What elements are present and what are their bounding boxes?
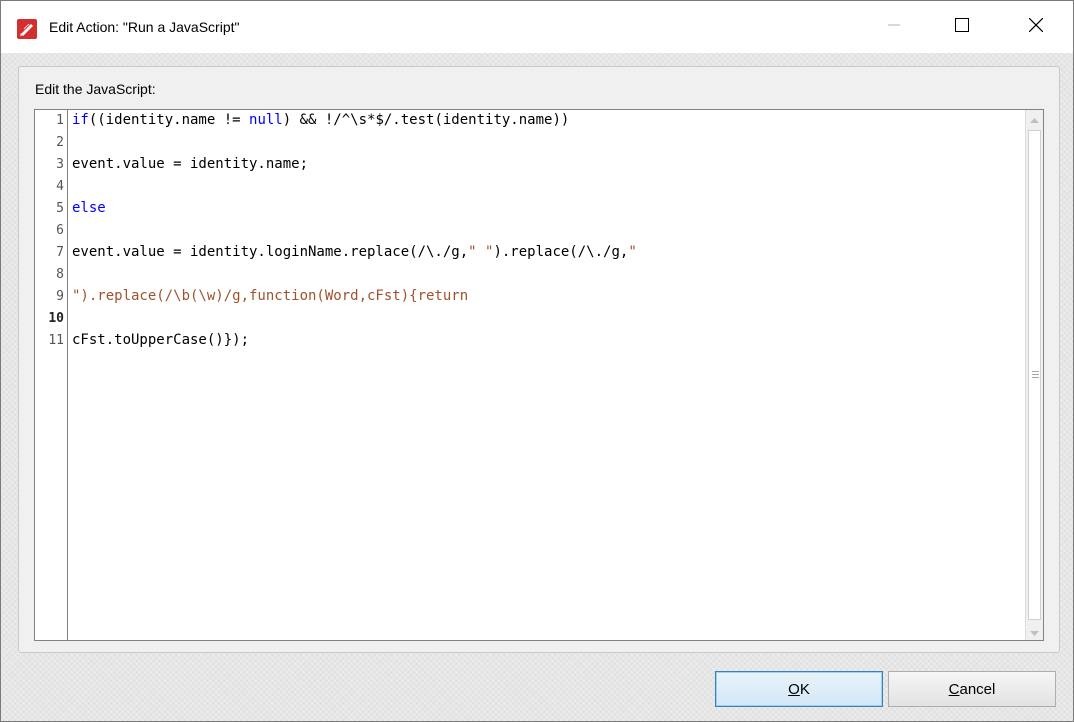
code-line-9: ").replace(/\b(\w)/g,function(Word,cFst)… bbox=[72, 288, 468, 304]
line-number: 6 bbox=[56, 223, 64, 238]
vertical-scrollbar[interactable] bbox=[1025, 110, 1043, 640]
code-line-11: cFst.toUpperCase()}); bbox=[72, 332, 249, 348]
ok-mnemonic: O bbox=[788, 680, 800, 698]
line-number: 3 bbox=[56, 157, 64, 172]
code-token: ).replace(/\./g, bbox=[493, 244, 629, 260]
line-number: 5 bbox=[56, 201, 64, 216]
cancel-mnemonic: C bbox=[948, 680, 960, 698]
minimize-icon bbox=[888, 18, 900, 36]
cancel-button-label: Cancel bbox=[949, 681, 996, 698]
scroll-up-arrow-icon bbox=[1030, 110, 1039, 128]
edit-javascript-label: Edit the JavaScript: bbox=[35, 81, 156, 97]
code-token: ((identity.name != bbox=[88, 112, 250, 128]
grip-icon bbox=[1032, 371, 1039, 380]
code-token: event.value = identity.loginName.replace… bbox=[72, 244, 469, 260]
line-number: 4 bbox=[56, 179, 64, 194]
line-number: 8 bbox=[56, 267, 64, 282]
scroll-down-arrow-icon bbox=[1030, 623, 1039, 641]
line-number-gutter: 1 2 3 4 5 6 7 8 9 10 11 bbox=[35, 110, 68, 640]
line-number: 1 bbox=[56, 113, 64, 128]
code-token: else bbox=[72, 200, 106, 216]
edit-action-dialog: Edit Action: "Run a JavaScript" Edit the… bbox=[0, 0, 1074, 722]
code-token: " bbox=[628, 244, 637, 260]
window-title: Edit Action: "Run a JavaScript" bbox=[49, 19, 240, 35]
maximize-icon bbox=[955, 17, 969, 37]
dialog-body: Edit the JavaScript: 1 2 3 4 5 6 7 8 9 1… bbox=[1, 53, 1073, 721]
code-line-3: event.value = identity.name; bbox=[72, 156, 308, 172]
line-number: 9 bbox=[56, 289, 64, 304]
code-token: ) && !/^\s*$/.test(identity.name)) bbox=[282, 112, 570, 128]
code-line-7: event.value = identity.loginName.replace… bbox=[72, 244, 637, 260]
code-token: cFst.toUpperCase()}); bbox=[72, 332, 250, 348]
cancel-button[interactable]: Cancel bbox=[888, 671, 1056, 707]
ok-button-label: OK bbox=[788, 681, 810, 698]
code-token: " " bbox=[468, 244, 494, 260]
close-icon bbox=[1028, 17, 1044, 37]
line-number: 7 bbox=[56, 245, 64, 260]
cancel-label-rest: ancel bbox=[959, 680, 996, 698]
line-number: 10 bbox=[48, 311, 64, 326]
ok-button[interactable]: OK bbox=[715, 671, 883, 707]
scrollbar-thumb[interactable] bbox=[1028, 130, 1041, 620]
maximize-button[interactable] bbox=[933, 1, 991, 53]
ok-label-rest: K bbox=[799, 680, 810, 698]
code-token: null bbox=[249, 112, 283, 128]
javascript-editor[interactable]: 1 2 3 4 5 6 7 8 9 10 11 if((identity.nam… bbox=[34, 109, 1044, 641]
code-line-5: else bbox=[72, 200, 106, 216]
scroll-down-button[interactable] bbox=[1026, 623, 1043, 640]
pdf-pen-icon bbox=[17, 19, 37, 39]
scroll-up-button[interactable] bbox=[1026, 110, 1043, 127]
minimize-button[interactable] bbox=[865, 1, 923, 53]
code-token: event.value = identity.name; bbox=[72, 156, 309, 172]
line-number: 2 bbox=[56, 135, 64, 150]
title-bar[interactable]: Edit Action: "Run a JavaScript" bbox=[1, 1, 1073, 53]
close-button[interactable] bbox=[1001, 1, 1071, 53]
javascript-panel: Edit the JavaScript: 1 2 3 4 5 6 7 8 9 1… bbox=[18, 66, 1060, 653]
code-token: if bbox=[72, 112, 89, 128]
code-token: ").replace(/\b(\w)/g,function(Word,cFst)… bbox=[72, 288, 469, 304]
code-line-1: if((identity.name != null) && !/^\s*$/.t… bbox=[72, 112, 569, 128]
line-number: 11 bbox=[48, 333, 64, 348]
